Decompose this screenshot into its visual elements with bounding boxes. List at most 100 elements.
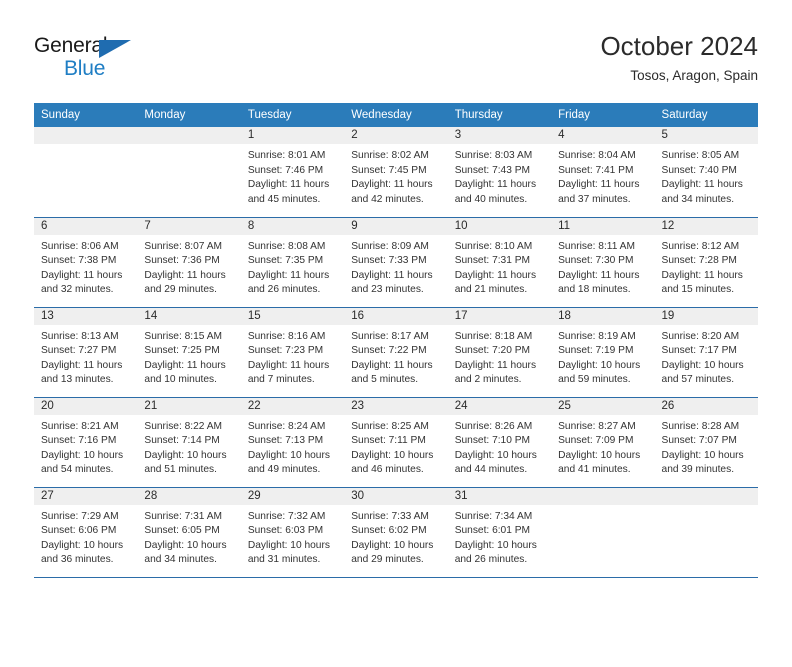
page-header: General Blue October 2024 Tosos, Aragon,… xyxy=(34,30,758,94)
day-details: Sunrise: 8:24 AM Sunset: 7:13 PM Daylight:… xyxy=(241,415,344,478)
daylight-text: Daylight: 11 hours xyxy=(144,269,226,281)
daylight-text: Daylight: 11 hours xyxy=(247,179,330,191)
sunrise-text: Sunrise: 8:16 AM xyxy=(247,330,326,342)
calendar-day-cell-empty xyxy=(654,486,758,577)
day-number: 10 xyxy=(447,217,552,235)
calendar-day-cell[interactable]: 16 Sunrise: 8:17 AM Sunset: 7:22 PM Dayligh… xyxy=(344,306,448,397)
sunset-text: Sunset: 7:16 PM xyxy=(41,435,117,447)
calendar-day-cell[interactable]: 21 Sunrise: 8:22 AM Sunset: 7:14 PM Dayligh… xyxy=(137,396,241,487)
daylight-minutes-text: and 5 minutes. xyxy=(351,374,419,386)
day-details: Sunrise: 8:25 AM Sunset: 7:11 PM Daylight:… xyxy=(344,415,447,478)
sunrise-text: Sunrise: 8:15 AM xyxy=(144,330,223,342)
general-blue-logo[interactable]: General Blue xyxy=(34,34,154,86)
calendar-day-cell[interactable]: 17 Sunrise: 8:18 AM Sunset: 7:20 PM Dayligh… xyxy=(447,306,552,397)
calendar-day-cell[interactable]: 14 Sunrise: 8:15 AM Sunset: 7:25 PM Dayligh… xyxy=(137,306,241,397)
calendar-day-cell[interactable]: 5 Sunrise: 8:05 AM Sunset: 7:40 PM Daylight… xyxy=(654,127,758,217)
daylight-text: Daylight: 11 hours xyxy=(454,359,537,371)
daylight-text: Daylight: 11 hours xyxy=(351,269,433,281)
day-details: Sunrise: 8:20 AM Sunset: 7:17 PM Daylight:… xyxy=(655,325,758,388)
daylight-minutes-text: and 29 minutes. xyxy=(351,554,424,566)
sunrise-text: Sunrise: 8:28 AM xyxy=(661,420,740,432)
calendar-day-cell[interactable]: 20 Sunrise: 8:21 AM Sunset: 7:16 PM Dayligh… xyxy=(34,396,138,487)
daylight-minutes-text: and 54 minutes. xyxy=(41,464,114,476)
calendar-day-cell[interactable]: 9 Sunrise: 8:09 AM Sunset: 7:33 PM Daylight… xyxy=(344,216,448,307)
calendar-day-cell[interactable]: 1 Sunrise: 8:01 AM Sunset: 7:46 PM Daylight… xyxy=(240,127,345,217)
calendar-day-cell[interactable]: 7 Sunrise: 8:07 AM Sunset: 7:36 PM Daylight… xyxy=(137,216,241,307)
daylight-minutes-text: and 34 minutes. xyxy=(144,554,217,566)
weekday-header-tuesday: Tuesday xyxy=(240,103,345,127)
daylight-minutes-text: and 32 minutes. xyxy=(41,284,114,296)
daylight-text: Daylight: 11 hours xyxy=(351,359,433,371)
day-number: 15 xyxy=(240,307,345,325)
daylight-text: Daylight: 11 hours xyxy=(558,179,640,191)
calendar-day-cell[interactable]: 27 Sunrise: 7:29 AM Sunset: 6:06 PM Dayligh… xyxy=(34,486,138,577)
calendar-day-cell[interactable]: 23 Sunrise: 8:25 AM Sunset: 7:11 PM Dayligh… xyxy=(344,396,448,487)
calendar-day-cell[interactable]: 25 Sunrise: 8:27 AM Sunset: 7:09 PM Dayligh… xyxy=(551,396,655,487)
daylight-minutes-text: and 26 minutes. xyxy=(247,284,321,296)
daylight-text: Daylight: 11 hours xyxy=(454,269,537,281)
title-block: October 2024 Tosos, Aragon, Spain xyxy=(600,30,758,86)
calendar-day-cell[interactable]: 24 Sunrise: 8:26 AM Sunset: 7:10 PM Dayligh… xyxy=(447,396,552,487)
daylight-text: Daylight: 10 hours xyxy=(351,449,434,461)
day-number: 8 xyxy=(240,217,345,235)
day-number: 13 xyxy=(34,307,138,325)
daylight-minutes-text: and 34 minutes. xyxy=(661,193,735,205)
day-number: 17 xyxy=(447,307,552,325)
daylight-text: Daylight: 10 hours xyxy=(661,449,744,461)
sunrise-text: Sunrise: 8:22 AM xyxy=(144,420,223,432)
sunset-text: Sunset: 7:31 PM xyxy=(454,255,531,267)
calendar-day-cell[interactable]: 18 Sunrise: 8:19 AM Sunset: 7:19 PM Dayligh… xyxy=(551,306,655,397)
calendar-day-cell[interactable]: 12 Sunrise: 8:12 AM Sunset: 7:28 PM Dayligh… xyxy=(654,216,758,307)
calendar-day-cell[interactable]: 8 Sunrise: 8:08 AM Sunset: 7:35 PM Daylight… xyxy=(240,216,345,307)
calendar-day-cell[interactable]: 2 Sunrise: 8:02 AM Sunset: 7:45 PM Daylight… xyxy=(344,127,448,217)
calendar-day-cell[interactable]: 28 Sunrise: 7:31 AM Sunset: 6:05 PM Dayligh… xyxy=(137,486,241,577)
day-number: 18 xyxy=(551,307,655,325)
logo-text-general: General xyxy=(34,34,108,57)
calendar-day-cell[interactable]: 31 Sunrise: 7:34 AM Sunset: 6:01 PM Dayligh… xyxy=(447,486,552,577)
day-details xyxy=(137,144,240,149)
calendar-day-cell[interactable]: 11 Sunrise: 8:11 AM Sunset: 7:30 PM Dayligh… xyxy=(551,216,655,307)
calendar-day-cell[interactable]: 30 Sunrise: 7:33 AM Sunset: 6:02 PM Dayligh… xyxy=(344,486,448,577)
day-number xyxy=(654,487,758,505)
sunset-text: Sunset: 7:19 PM xyxy=(558,345,634,357)
sunset-text: Sunset: 7:25 PM xyxy=(144,345,220,357)
daylight-text: Daylight: 10 hours xyxy=(558,449,641,461)
sunset-text: Sunset: 7:23 PM xyxy=(247,345,324,357)
sunset-text: Sunset: 6:01 PM xyxy=(454,525,531,537)
calendar-day-cell[interactable]: 10 Sunrise: 8:10 AM Sunset: 7:31 PM Dayligh… xyxy=(447,216,552,307)
daylight-text: Daylight: 11 hours xyxy=(41,269,123,281)
calendar-day-cell[interactable]: 4 Sunrise: 8:04 AM Sunset: 7:41 PM Daylight… xyxy=(551,127,655,217)
day-details: Sunrise: 8:12 AM Sunset: 7:28 PM Daylight:… xyxy=(655,235,758,298)
calendar-day-cell[interactable]: 19 Sunrise: 8:20 AM Sunset: 7:17 PM Dayligh… xyxy=(654,306,758,397)
calendar-day-cell[interactable]: 22 Sunrise: 8:24 AM Sunset: 7:13 PM Dayligh… xyxy=(240,396,345,487)
daylight-text: Daylight: 11 hours xyxy=(661,179,743,191)
calendar-day-cell[interactable]: 15 Sunrise: 8:16 AM Sunset: 7:23 PM Dayligh… xyxy=(240,306,345,397)
daylight-text: Daylight: 10 hours xyxy=(247,449,330,461)
day-details: Sunrise: 8:05 AM Sunset: 7:40 PM Daylight:… xyxy=(655,144,758,207)
day-details: Sunrise: 8:16 AM Sunset: 7:23 PM Daylight:… xyxy=(241,325,344,388)
calendar-day-cell[interactable]: 3 Sunrise: 8:03 AM Sunset: 7:43 PM Daylight… xyxy=(447,127,552,217)
day-details: Sunrise: 8:09 AM Sunset: 7:33 PM Daylight:… xyxy=(344,235,447,298)
sunset-text: Sunset: 7:33 PM xyxy=(351,255,427,267)
calendar-day-cell[interactable]: 6 Sunrise: 8:06 AM Sunset: 7:38 PM Daylight… xyxy=(34,216,138,307)
day-number xyxy=(137,127,241,144)
sunset-text: Sunset: 7:46 PM xyxy=(247,164,324,176)
day-details: Sunrise: 7:31 AM Sunset: 6:05 PM Daylight:… xyxy=(137,505,240,568)
sunset-text: Sunset: 7:09 PM xyxy=(558,435,634,447)
sunrise-text: Sunrise: 8:13 AM xyxy=(41,330,119,342)
sunset-text: Sunset: 7:20 PM xyxy=(454,345,531,357)
day-details: Sunrise: 8:06 AM Sunset: 7:38 PM Daylight:… xyxy=(34,235,137,298)
sunrise-text: Sunrise: 8:26 AM xyxy=(454,420,533,432)
calendar-day-cell[interactable]: 29 Sunrise: 7:32 AM Sunset: 6:03 PM Dayligh… xyxy=(240,486,345,577)
daylight-minutes-text: and 59 minutes. xyxy=(558,374,631,386)
sunrise-text: Sunrise: 8:18 AM xyxy=(454,330,533,342)
daylight-minutes-text: and 10 minutes. xyxy=(144,374,217,386)
sunset-text: Sunset: 7:27 PM xyxy=(41,345,117,357)
sunset-text: Sunset: 7:36 PM xyxy=(144,255,220,267)
daylight-minutes-text: and 15 minutes. xyxy=(661,284,735,296)
daylight-minutes-text: and 36 minutes. xyxy=(41,554,114,566)
calendar-day-cell[interactable]: 13 Sunrise: 8:13 AM Sunset: 7:27 PM Dayligh… xyxy=(34,306,138,397)
calendar-day-cell-empty xyxy=(34,127,138,217)
calendar-day-cell[interactable]: 26 Sunrise: 8:28 AM Sunset: 7:07 PM Dayligh… xyxy=(654,396,758,487)
page-title: October 2024 xyxy=(600,31,758,61)
